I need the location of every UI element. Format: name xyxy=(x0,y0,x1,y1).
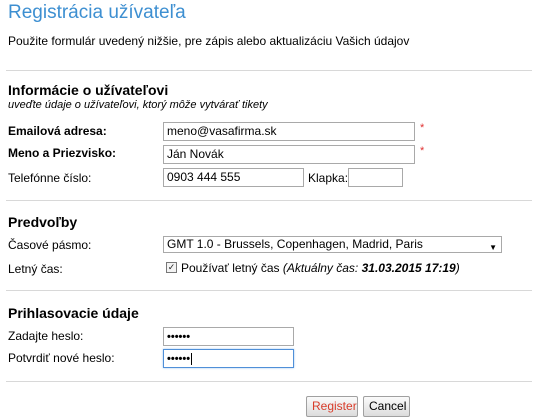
checkmark-icon: ✓ xyxy=(167,262,176,272)
user-info-subheading: uveďte údaje o užívateľovi, ktorý môže v… xyxy=(8,99,268,111)
name-field[interactable]: Ján Novák xyxy=(163,145,415,164)
timezone-select[interactable]: GMT 1.0 - Brussels, Copenhagen, Madrid, … xyxy=(163,236,502,253)
login-heading: Prihlasovacie údaje xyxy=(8,305,139,321)
email-required-mark: * xyxy=(420,122,425,134)
dst-checkbox[interactable]: ✓ xyxy=(166,262,177,273)
user-info-heading: Informácie o užívateľovi xyxy=(8,82,169,98)
name-label: Meno a Priezvisko: xyxy=(8,146,117,160)
timezone-label: Časové pásmo: xyxy=(8,238,92,252)
ext-field[interactable] xyxy=(348,168,403,187)
phone-label: Telefónne číslo: xyxy=(8,171,92,185)
phone-field[interactable]: 0903 444 555 xyxy=(163,168,304,187)
confirm-password-label: Potvrdiť nové heslo: xyxy=(8,351,115,365)
dst-current-time: 31.03.2015 17:19 xyxy=(361,261,456,275)
ext-label: Klapka: xyxy=(308,171,349,185)
text-caret xyxy=(191,352,193,365)
password-label: Zadajte heslo: xyxy=(8,329,84,343)
confirm-password-value: •••••• xyxy=(167,353,191,365)
divider xyxy=(6,290,532,291)
preferences-heading: Predvoľby xyxy=(8,214,78,230)
dst-checkbox-label: Používať letný čas xyxy=(181,261,280,275)
divider xyxy=(6,200,532,201)
name-required-mark: * xyxy=(420,145,425,157)
cancel-button[interactable]: Cancel xyxy=(363,396,410,417)
dst-checkbox-text: Používať letný čas (Aktuálny čas: 31.03.… xyxy=(181,261,460,275)
email-field[interactable]: meno@vasafirma.sk xyxy=(163,122,415,141)
divider xyxy=(6,381,532,382)
password-value: •••••• xyxy=(167,331,191,343)
password-field[interactable]: •••••• xyxy=(163,327,294,346)
confirm-password-field[interactable]: •••••• xyxy=(163,349,294,368)
register-button[interactable]: Register xyxy=(306,396,358,417)
timezone-value: GMT 1.0 - Brussels, Copenhagen, Madrid, … xyxy=(167,237,423,251)
page-intro: Použite formulár uvedený nižšie, pre záp… xyxy=(8,34,410,48)
email-label: Emailová adresa: xyxy=(8,124,107,138)
dst-current-time-note: (Aktuálny čas: 31.03.2015 17:19) xyxy=(282,261,460,275)
page-title: Registrácia užívateľa xyxy=(8,2,186,23)
dropdown-arrow-icon: ▼ xyxy=(489,243,497,252)
dst-label: Letný čas: xyxy=(8,262,63,276)
divider xyxy=(6,70,532,71)
